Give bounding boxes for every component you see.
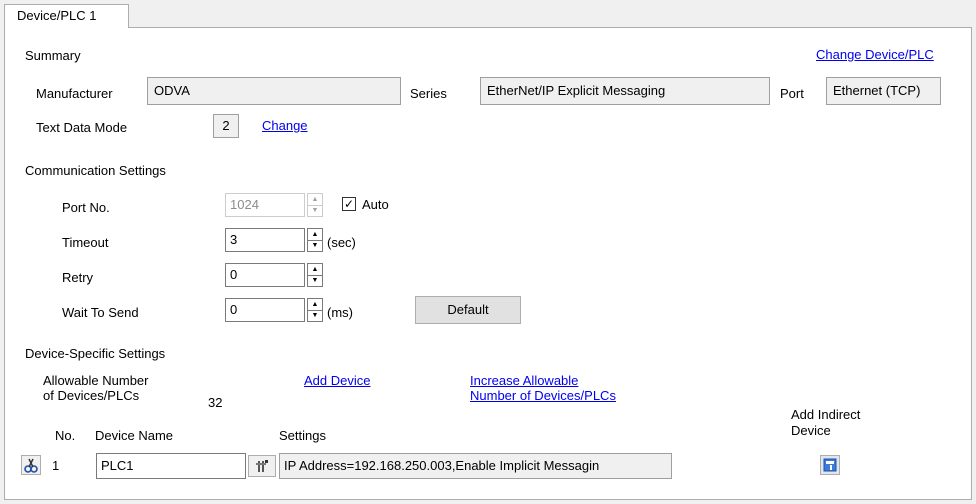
retry-input[interactable]: 0 bbox=[225, 263, 305, 287]
device-row-no: 1 bbox=[52, 458, 60, 473]
device-settings-value: IP Address=192.168.250.003,Enable Implic… bbox=[284, 458, 600, 473]
spin-down-icon: ▼ bbox=[311, 207, 319, 215]
summary-heading: Summary bbox=[25, 48, 81, 63]
column-header-device-name: Device Name bbox=[95, 428, 174, 443]
spin-up-icon[interactable]: ▲ bbox=[308, 299, 322, 311]
increase-allowable-link-1[interactable]: Increase Allowable bbox=[470, 373, 578, 388]
timeout-value: 3 bbox=[230, 232, 238, 247]
timeout-label: Timeout bbox=[62, 235, 109, 250]
spin-down-icon[interactable]: ▼ bbox=[308, 276, 322, 287]
device-settings-heading: Device-Specific Settings bbox=[25, 346, 166, 361]
text-data-mode-field: 2 bbox=[213, 114, 239, 138]
comm-settings-heading: Communication Settings bbox=[25, 163, 166, 178]
auto-label: Auto bbox=[362, 197, 389, 212]
wait-to-send-value: 0 bbox=[230, 302, 238, 317]
settings-edit-icon bbox=[256, 460, 268, 472]
default-button-label: Default bbox=[447, 302, 489, 317]
text-mode-change-link[interactable]: Change bbox=[262, 118, 308, 133]
port-no-stepper: ▲ ▼ bbox=[307, 193, 323, 217]
retry-value: 0 bbox=[230, 267, 238, 282]
retry-label: Retry bbox=[62, 270, 94, 285]
port-label: Port bbox=[780, 86, 804, 101]
settings-edit-button[interactable] bbox=[248, 455, 276, 477]
checkmark-icon: ✓ bbox=[343, 197, 355, 211]
timeout-input[interactable]: 3 bbox=[225, 228, 305, 252]
wait-to-send-stepper[interactable]: ▲ ▼ bbox=[307, 298, 323, 322]
add-indirect-header-2: Device bbox=[791, 423, 831, 438]
timeout-stepper[interactable]: ▲ ▼ bbox=[307, 228, 323, 252]
increase-allowable-link-2[interactable]: Number of Devices/PLCs bbox=[470, 388, 616, 403]
retry-stepper[interactable]: ▲ ▼ bbox=[307, 263, 323, 287]
default-button[interactable]: Default bbox=[415, 296, 521, 324]
device-name-input[interactable]: PLC1 bbox=[96, 453, 246, 479]
port-no-label: Port No. bbox=[62, 200, 110, 215]
spin-down-icon[interactable]: ▼ bbox=[308, 311, 322, 322]
change-device-link[interactable]: Change Device/PLC bbox=[816, 47, 934, 62]
device-settings-field: IP Address=192.168.250.003,Enable Implic… bbox=[279, 453, 672, 479]
add-device-link[interactable]: Add Device bbox=[304, 373, 370, 388]
auto-checkbox[interactable]: ✓ bbox=[342, 197, 356, 211]
tab-device-plc-1[interactable]: Device/PLC 1 bbox=[4, 4, 129, 28]
spin-up-icon: ▲ bbox=[308, 194, 322, 206]
wait-to-send-unit: (ms) bbox=[327, 305, 353, 320]
port-field: Ethernet (TCP) bbox=[826, 77, 941, 105]
manufacturer-field: ODVA bbox=[147, 77, 401, 105]
tab-label: Device/PLC 1 bbox=[17, 8, 97, 23]
spin-down-icon[interactable]: ▼ bbox=[308, 241, 322, 252]
port-value: Ethernet (TCP) bbox=[833, 83, 921, 98]
manufacturer-value: ODVA bbox=[154, 83, 190, 98]
series-value: EtherNet/IP Explicit Messaging bbox=[487, 83, 666, 98]
text-data-mode-value: 2 bbox=[222, 118, 230, 133]
series-field: EtherNet/IP Explicit Messaging bbox=[480, 77, 770, 105]
allowable-count: 32 bbox=[208, 395, 223, 410]
device-name-value: PLC1 bbox=[101, 458, 134, 473]
add-indirect-device-icon bbox=[823, 458, 837, 472]
timeout-unit: (sec) bbox=[327, 235, 356, 250]
allowable-number-label-1: Allowable Number bbox=[43, 373, 149, 388]
allowable-number-label-2: of Devices/PLCs bbox=[43, 388, 140, 403]
wait-to-send-input[interactable]: 0 bbox=[225, 298, 305, 322]
text-data-mode-label: Text Data Mode bbox=[36, 120, 128, 135]
add-indirect-device-button[interactable] bbox=[820, 455, 840, 475]
port-no-value: 1024 bbox=[230, 197, 259, 212]
delete-device-button[interactable] bbox=[21, 455, 41, 475]
series-label: Series bbox=[410, 86, 447, 101]
manufacturer-label: Manufacturer bbox=[36, 86, 113, 101]
column-header-no: No. bbox=[55, 428, 76, 443]
delete-device-icon bbox=[24, 458, 38, 473]
wait-to-send-label: Wait To Send bbox=[62, 305, 139, 320]
add-indirect-header-1: Add Indirect bbox=[791, 407, 861, 422]
port-no-input: 1024 bbox=[225, 193, 305, 217]
column-header-settings: Settings bbox=[279, 428, 326, 443]
spin-up-icon[interactable]: ▲ bbox=[308, 264, 322, 276]
spin-up-icon[interactable]: ▲ bbox=[308, 229, 322, 241]
